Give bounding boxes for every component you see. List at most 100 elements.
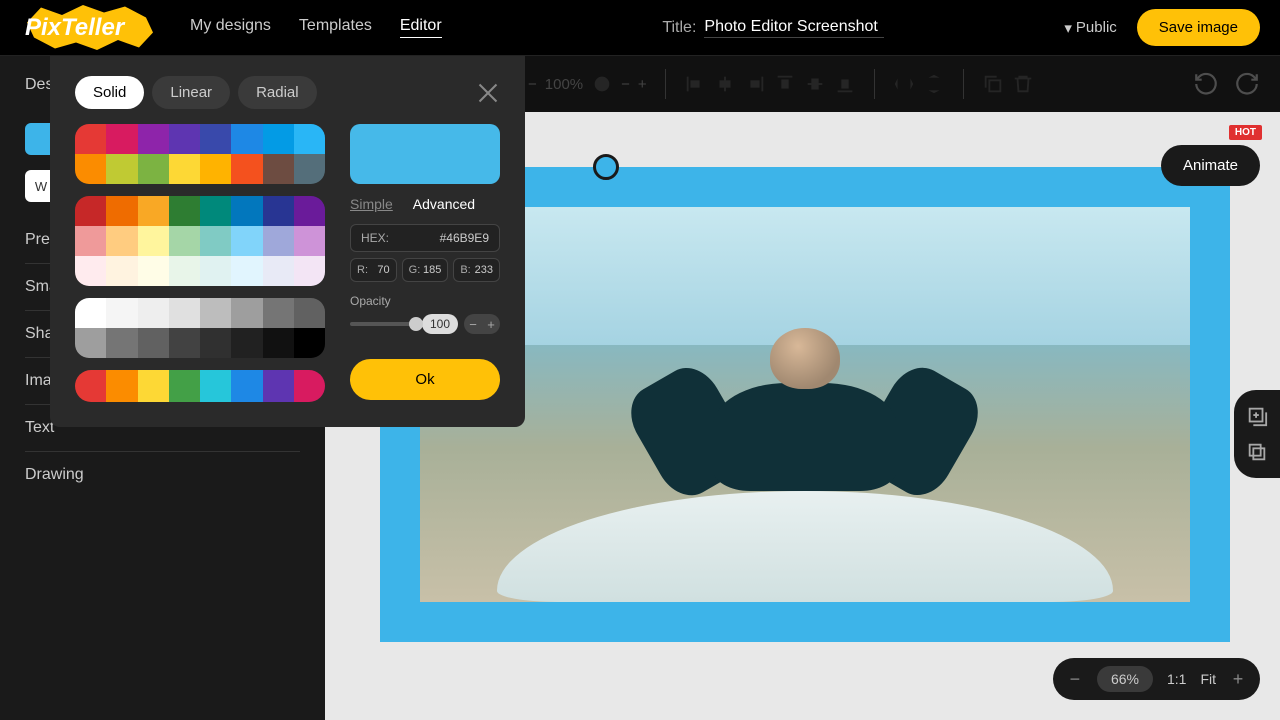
palette-swatch[interactable] xyxy=(106,226,137,256)
palette-swatch[interactable] xyxy=(106,298,137,328)
flip-v-icon[interactable] xyxy=(923,73,945,95)
palette-swatch[interactable] xyxy=(169,124,200,154)
align-bottom-icon[interactable] xyxy=(834,73,856,95)
align-middle-icon[interactable] xyxy=(804,73,826,95)
align-top-icon[interactable] xyxy=(774,73,796,95)
palette-swatch[interactable] xyxy=(200,196,231,226)
strip-swatch[interactable] xyxy=(169,370,200,402)
palette-swatch[interactable] xyxy=(75,154,106,184)
target-icon[interactable] xyxy=(591,73,613,95)
strip-swatch[interactable] xyxy=(231,370,262,402)
nav-editor[interactable]: Editor xyxy=(400,17,442,38)
palette-swatch[interactable] xyxy=(200,256,231,286)
slider-thumb[interactable] xyxy=(409,317,423,331)
palette-swatch[interactable] xyxy=(231,298,262,328)
palette-swatch[interactable] xyxy=(75,226,106,256)
nav-my-designs[interactable]: My designs xyxy=(190,17,271,38)
palette-swatch[interactable] xyxy=(231,154,262,184)
rgb-g-input[interactable]: G:185 xyxy=(402,258,449,282)
palette-swatch[interactable] xyxy=(200,226,231,256)
palette-swatch[interactable] xyxy=(294,328,325,358)
mode-advanced[interactable]: Advanced xyxy=(413,196,475,212)
palette-swatch[interactable] xyxy=(294,298,325,328)
close-icon[interactable] xyxy=(476,81,500,105)
nav-templates[interactable]: Templates xyxy=(299,17,372,38)
logo[interactable]: PixTeller xyxy=(20,8,140,48)
palette-swatch[interactable] xyxy=(75,124,106,154)
hex-input[interactable]: HEX: #46B9E9 xyxy=(350,224,500,252)
palette-swatch[interactable] xyxy=(231,328,262,358)
strip-swatch[interactable] xyxy=(75,370,106,402)
rgb-r-input[interactable]: R:70 xyxy=(350,258,397,282)
palette-swatch[interactable] xyxy=(294,196,325,226)
palette-swatch[interactable] xyxy=(106,328,137,358)
strip-swatch[interactable] xyxy=(294,370,325,402)
palette-swatch[interactable] xyxy=(138,154,169,184)
sidebar-item-drawing[interactable]: Drawing xyxy=(25,452,300,498)
title-input[interactable]: Photo Editor Screenshot xyxy=(704,18,884,38)
tab-linear[interactable]: Linear xyxy=(152,76,230,109)
palette-swatch[interactable] xyxy=(138,256,169,286)
palette-swatch[interactable] xyxy=(231,226,262,256)
add-layer-icon[interactable] xyxy=(1246,405,1268,427)
palette-swatch[interactable] xyxy=(200,124,231,154)
tab-radial[interactable]: Radial xyxy=(238,76,317,109)
palette-swatch[interactable] xyxy=(138,298,169,328)
tab-solid[interactable]: Solid xyxy=(75,76,144,109)
duplicate-layer-icon[interactable] xyxy=(1246,441,1268,463)
visibility-dropdown[interactable]: ▾ Public xyxy=(1064,19,1116,37)
palette-swatch[interactable] xyxy=(169,226,200,256)
zoom-value[interactable]: 66% xyxy=(1097,666,1153,692)
selection-handle[interactable] xyxy=(593,154,619,180)
strip-swatch[interactable] xyxy=(106,370,137,402)
palette-swatch[interactable] xyxy=(200,328,231,358)
palette-swatch[interactable] xyxy=(294,124,325,154)
canvas-image[interactable] xyxy=(420,207,1190,602)
history-redo-icon[interactable] xyxy=(1234,71,1260,97)
duplicate-icon[interactable] xyxy=(982,73,1004,95)
mode-simple[interactable]: Simple xyxy=(350,196,393,212)
palette-swatch[interactable] xyxy=(106,196,137,226)
zoom-in-button[interactable]: + xyxy=(1230,669,1246,690)
palette-swatch[interactable] xyxy=(263,154,294,184)
zoom-fit[interactable]: Fit xyxy=(1200,671,1216,687)
opacity-value[interactable]: 100 xyxy=(422,314,458,334)
palette-swatch[interactable] xyxy=(138,328,169,358)
palette-swatch[interactable] xyxy=(75,196,106,226)
opacity-minus[interactable]: − xyxy=(464,314,482,334)
palette-swatch[interactable] xyxy=(169,154,200,184)
palette-swatch[interactable] xyxy=(169,256,200,286)
opacity-slider[interactable] xyxy=(350,322,416,326)
palette-swatch[interactable] xyxy=(294,256,325,286)
palette-swatch[interactable] xyxy=(231,124,262,154)
palette-swatch[interactable] xyxy=(263,196,294,226)
palette-swatch[interactable] xyxy=(75,328,106,358)
animate-button[interactable]: Animate xyxy=(1161,145,1260,186)
flip-h-icon[interactable] xyxy=(893,73,915,95)
palette-swatch[interactable] xyxy=(263,298,294,328)
rgb-b-input[interactable]: B:233 xyxy=(453,258,500,282)
palette-swatch[interactable] xyxy=(169,196,200,226)
palette-swatch[interactable] xyxy=(169,328,200,358)
strip-swatch[interactable] xyxy=(263,370,294,402)
palette-swatch[interactable] xyxy=(200,154,231,184)
zoom-ratio[interactable]: 1:1 xyxy=(1167,671,1186,687)
history-undo-icon[interactable] xyxy=(1193,71,1219,97)
palette-swatch[interactable] xyxy=(138,124,169,154)
palette-swatch[interactable] xyxy=(106,154,137,184)
save-button[interactable]: Save image xyxy=(1137,9,1260,46)
strip-swatch[interactable] xyxy=(138,370,169,402)
trash-icon[interactable] xyxy=(1012,73,1034,95)
align-right-icon[interactable] xyxy=(744,73,766,95)
palette-swatch[interactable] xyxy=(138,196,169,226)
opacity-plus[interactable]: + xyxy=(482,314,500,334)
palette-swatch[interactable] xyxy=(231,196,262,226)
palette-swatch[interactable] xyxy=(75,298,106,328)
palette-swatch[interactable] xyxy=(263,226,294,256)
palette-swatch[interactable] xyxy=(294,226,325,256)
palette-swatch[interactable] xyxy=(263,124,294,154)
zoom-out-button[interactable]: − xyxy=(1067,669,1083,690)
palette-swatch[interactable] xyxy=(106,124,137,154)
zoom-minus2[interactable]: − xyxy=(621,76,630,93)
align-left-icon[interactable] xyxy=(684,73,706,95)
